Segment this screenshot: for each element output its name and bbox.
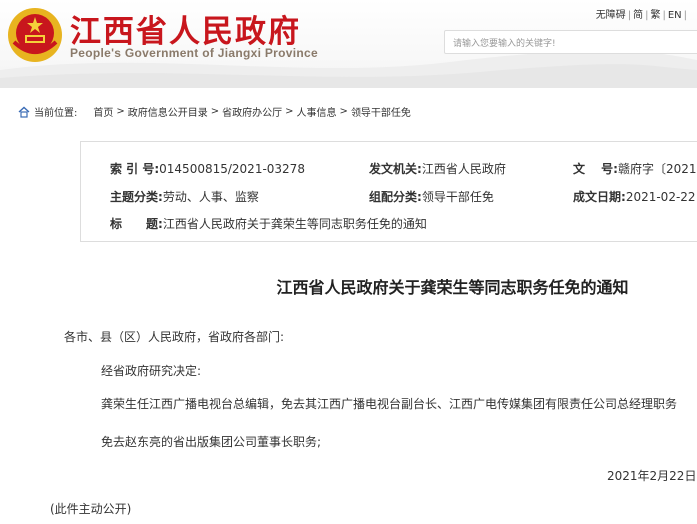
breadcrumb: 当前位置: 首页 > 政府信息公开目录 > 省政府办公厅 > 人事信息 > 领导… (18, 104, 411, 119)
meta-docno-label: 文 号: (573, 162, 618, 176)
document-salutation: 各市、县（区）人民政府，省政府各部门: (64, 330, 285, 344)
site-header: 江西省人民政府 People's Government of Jiangxi P… (0, 0, 697, 88)
meta-docno-value: 赣府字〔2021 (617, 162, 697, 176)
meta-index-value: 014500815/2021-03278 (159, 162, 305, 176)
breadcrumb-separator: > (285, 106, 294, 117)
meta-topic-value: 劳动、人事、监察 (162, 190, 259, 204)
breadcrumb-separator: > (210, 106, 220, 117)
accessibility-link[interactable]: 无障碍 (596, 10, 626, 21)
site-title[interactable]: 江西省人民政府 (70, 6, 301, 51)
national-emblem-icon[interactable] (6, 6, 64, 64)
meta-issuer: 发文机关:江西省人民政府 (369, 160, 506, 177)
meta-topic-label: 主题分类: (110, 190, 163, 204)
meta-category: 组配分类:领导干部任免 (369, 188, 494, 205)
meta-docno: 文 号:赣府字〔2021 (573, 160, 697, 177)
search-input[interactable] (445, 33, 697, 55)
traditional-chinese-link[interactable]: 繁 (650, 10, 660, 21)
separator: | (683, 10, 687, 21)
breadcrumb-label: 当前位置: (34, 108, 78, 119)
document-date: 2021年2月22日 (607, 469, 697, 483)
breadcrumb-general-office[interactable]: 省政府办公厅 (222, 104, 282, 119)
breadcrumb-separator: > (116, 106, 125, 117)
breadcrumb-personnel-info[interactable]: 人事信息 (297, 104, 337, 119)
simplified-chinese-link[interactable]: 简 (633, 10, 643, 21)
breadcrumb-gov-info-catalog[interactable]: 政府信息公开目录 (128, 104, 208, 119)
meta-topic: 主题分类:劳动、人事、监察 (110, 188, 259, 205)
search-box (444, 30, 697, 55)
meta-date-value: 2021-02-22 (625, 190, 696, 204)
document-paragraph-1: 经省政府研究决定: (101, 364, 202, 378)
document-public-note: (此件主动公开) (50, 502, 132, 516)
meta-issuer-label: 发文机关: (369, 162, 422, 176)
meta-category-label: 组配分类: (369, 190, 422, 204)
separator: | (627, 10, 632, 21)
breadcrumb-separator: > (339, 106, 348, 117)
breadcrumb-home[interactable]: 首页 (93, 104, 113, 119)
document-paragraph-3: 免去赵东亮的省出版集团公司董事长职务; (101, 435, 322, 449)
meta-title: 标 题:江西省人民政府关于龚荣生等同志职务任免的通知 (110, 215, 427, 232)
meta-category-value: 领导干部任免 (421, 190, 494, 204)
document-title: 江西省人民政府关于龚荣生等同志职务任免的通知 (276, 278, 629, 297)
english-link[interactable]: EN (668, 10, 682, 21)
meta-date-label: 成文日期: (573, 190, 626, 204)
breadcrumb-cadre-appointment[interactable]: 领导干部任免 (351, 104, 411, 119)
separator: | (645, 10, 649, 21)
meta-title-label: 标 题: (110, 217, 163, 231)
document-paragraph-2: 龚荣生任江西广播电视台总编辑，免去其江西广播电视台副台长、江西广电传媒集团有限责… (101, 397, 678, 411)
meta-index-label: 索 引 号: (110, 162, 160, 176)
meta-index: 索 引 号:014500815/2021-03278 (110, 160, 305, 177)
home-icon (18, 106, 30, 118)
top-links: 无障碍 | 简 | 繁 | EN | (594, 6, 687, 21)
document-meta-box: 索 引 号:014500815/2021-03278 发文机关:江西省人民政府 … (80, 141, 697, 242)
separator: | (662, 10, 666, 21)
meta-title-value: 江西省人民政府关于龚荣生等同志职务任免的通知 (162, 217, 427, 231)
meta-date: 成文日期:2021-02-22 (573, 188, 696, 205)
site-subtitle: People's Government of Jiangxi Province (70, 46, 318, 60)
meta-issuer-value: 江西省人民政府 (421, 162, 506, 176)
